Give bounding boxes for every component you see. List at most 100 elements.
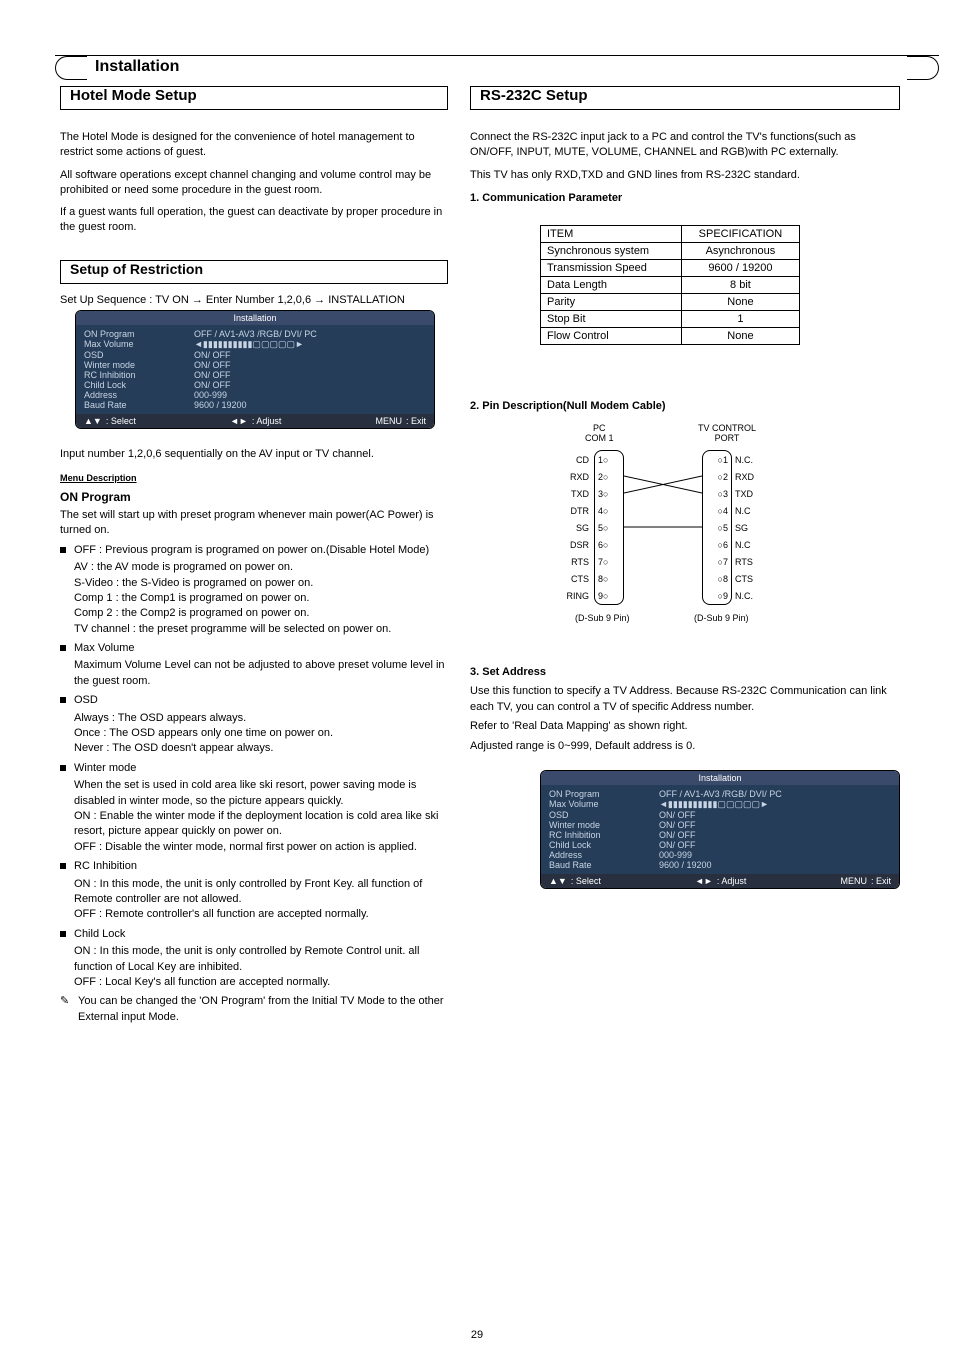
spec-table: ITEM SPECIFICATION Synchronous systemAsy… [540, 225, 800, 345]
item-child-title: Child Lock [60, 927, 448, 942]
list-item: Comp 1 : the Comp1 is programed on power… [60, 591, 448, 606]
osd-panel-1: Installation ON ProgramOFF / AV1-AV3 /RG… [75, 310, 435, 429]
osd-body: ON ProgramOFF / AV1-AV3 /RGB/ DVI/ PC Ma… [541, 785, 899, 874]
table-row: ParityNone [541, 294, 800, 311]
list-item: OFF : Local Key's all function are accep… [60, 975, 448, 990]
osd-item-value: 000-999 [659, 850, 891, 860]
pin-desc-title: 2. Pin Description(Null Modem Cable) [470, 400, 666, 412]
set-address-p2: Refer to 'Real Data Mapping' as shown ri… [470, 719, 900, 734]
item-on-program-title: ON Program [60, 489, 448, 506]
osd-panel-2: Installation ON ProgramOFF / AV1-AV3 /RG… [540, 770, 900, 889]
osd-item-value: ON/ OFF [659, 810, 891, 820]
set-address-p3: Adjusted range is 0~999, Default address… [470, 739, 900, 754]
osd-header: Installation [541, 771, 899, 785]
menu-description: Menu Description ON Program The set will… [60, 472, 448, 1025]
osd-item-label: Child Lock [84, 380, 194, 390]
item-osd-title: OSD [60, 693, 448, 708]
right-intro-p1: Connect the RS-232C input jack to a PC a… [470, 130, 900, 160]
table-header-row: ITEM SPECIFICATION [541, 226, 800, 243]
pc-com1-title: PCCOM 1 [585, 424, 614, 444]
osd-item-value: ON/ OFF [194, 380, 426, 390]
comm-param-title: 1. Communication Parameter [470, 191, 900, 206]
right-intro-p2: This TV has only RXD,TXD and GND lines f… [470, 168, 900, 183]
list-item: When the set is used in cold area like s… [60, 778, 448, 809]
list-item: Once : The OSD appears only one time on … [60, 726, 448, 741]
table-row: Transmission Speed9600 / 19200 [541, 260, 800, 277]
page-title: Installation [95, 58, 179, 76]
osd-item-label: ON Program [549, 789, 659, 799]
osd-item-value: ON/ OFF [659, 820, 891, 830]
osd-footer: ▲▼ : Select ◄► : Adjust MENU : Exit [76, 414, 434, 428]
table-row: Flow ControlNone [541, 328, 800, 345]
binder-ring-left [55, 56, 87, 80]
osd-item-label: OSD [84, 350, 194, 360]
list-item: OFF : Disable the winter mode, normal fi… [60, 840, 448, 855]
right-intro: Connect the RS-232C input jack to a PC a… [470, 130, 900, 213]
osd-foot-adjust: ◄► : Adjust [230, 416, 281, 426]
osd-item-label: RC Inhibition [84, 370, 194, 380]
osd-item-value: OFF / AV1-AV3 /RGB/ DVI/ PC [194, 329, 426, 339]
left-intro-p2: All software operations except channel c… [60, 168, 448, 198]
osd-item-label: ON Program [84, 329, 194, 339]
list-item: Comp 2 : the Comp2 is programed on power… [60, 606, 448, 621]
null-modem-wiring-icon [624, 450, 702, 605]
right-section-title: RS-232C Setup [480, 87, 588, 104]
tv-pin-nums: ○1○2○3○4○5○6○7○8○9 [706, 452, 728, 605]
binder-ring-right [907, 56, 939, 80]
osd-item-label: Address [84, 390, 194, 400]
list-item: TV channel : the preset programme will b… [60, 622, 448, 637]
osd-item-value: ON/ OFF [194, 360, 426, 370]
osd-item-value: ON/ OFF [194, 350, 426, 360]
left-intro-p1: The Hotel Mode is designed for the conve… [60, 130, 448, 160]
osd-item-value: 000-999 [194, 390, 426, 400]
menu-desc-title: Menu Description [60, 472, 448, 485]
left-intro-p3: If a guest wants full operation, the gue… [60, 205, 448, 235]
osd-item-value: ON/ OFF [194, 370, 426, 380]
osd-item-label: Max Volume [549, 799, 659, 810]
osd-item-label: Winter mode [549, 820, 659, 830]
left-section-title: Hotel Mode Setup [70, 87, 197, 104]
setup-sequence: Set Up Sequence : TV ON → Enter Number 1… [60, 294, 448, 306]
list-item: S-Video : the S-Video is programed on po… [60, 576, 448, 591]
osd-item-label: Child Lock [549, 840, 659, 850]
osd-item-value: 9600 / 19200 [659, 860, 891, 870]
osd-item-label: Address [549, 850, 659, 860]
list-item: Always : The OSD appears always. [60, 711, 448, 726]
osd-item-value: ◄▮▮▮▮▮▮▮▮▮▮▢▢▢▢▢► [194, 339, 426, 350]
spec-header-spec: SPECIFICATION [681, 226, 799, 243]
osd-body: ON ProgramOFF / AV1-AV3 /RGB/ DVI/ PC Ma… [76, 325, 434, 414]
note-sequence: Input number 1,2,0,6 sequentially on the… [60, 447, 448, 462]
osd-item-value: 9600 / 19200 [194, 400, 426, 410]
tv-control-port-title: TV CONTROLPORT [698, 424, 756, 444]
osd-item-value: ON/ OFF [659, 830, 891, 840]
osd-foot-select: ▲▼ : Select [549, 876, 601, 886]
spec-header-item: ITEM [541, 226, 682, 243]
note-final: You can be changed the 'ON Program' from… [60, 994, 448, 1025]
osd-footer: ▲▼ : Select ◄► : Adjust MENU : Exit [541, 874, 899, 888]
item-max-volume-title: Max Volume [60, 641, 448, 656]
table-row: Data Length8 bit [541, 277, 800, 294]
list-item: AV : the AV mode is programed on power o… [60, 560, 448, 575]
list-item: ON : Enable the winter mode if the deplo… [60, 809, 448, 840]
set-address-block: 3. Set Address Use this function to spec… [470, 665, 900, 758]
item-winter-title: Winter mode [60, 761, 448, 776]
list-item: ON : In this mode, the unit is only cont… [60, 877, 448, 908]
osd-item-label: Winter mode [84, 360, 194, 370]
osd-foot-exit: MENU : Exit [375, 416, 426, 426]
osd-item-label: Baud Rate [549, 860, 659, 870]
osd-item-label: Baud Rate [84, 400, 194, 410]
tv-pin-labels: N.C. RXD TXD N.C SG N.C RTS CTS N.C. [735, 452, 754, 605]
osd-item-value: ON/ OFF [659, 840, 891, 850]
list-item: Never : The OSD doesn't appear always. [60, 741, 448, 756]
osd-foot-exit: MENU : Exit [840, 876, 891, 886]
page-number: 29 [0, 1329, 954, 1341]
list-item: OFF : Remote controller's all function a… [60, 907, 448, 922]
osd-item-label: OSD [549, 810, 659, 820]
item-on-program-desc: The set will start up with preset progra… [60, 508, 448, 539]
item-max-volume-desc: Maximum Volume Level can not be adjusted… [60, 658, 448, 689]
list-item: OFF : Previous program is programed on p… [60, 543, 448, 558]
osd-item-value: ◄▮▮▮▮▮▮▮▮▮▮▢▢▢▢▢► [659, 799, 891, 810]
left-body: Input number 1,2,0,6 sequentially on the… [60, 447, 448, 1025]
osd-header: Installation [76, 311, 434, 325]
pc-pin-labels: CD RXD TXD DTR SG DSR RTS CTS RING [555, 452, 589, 605]
